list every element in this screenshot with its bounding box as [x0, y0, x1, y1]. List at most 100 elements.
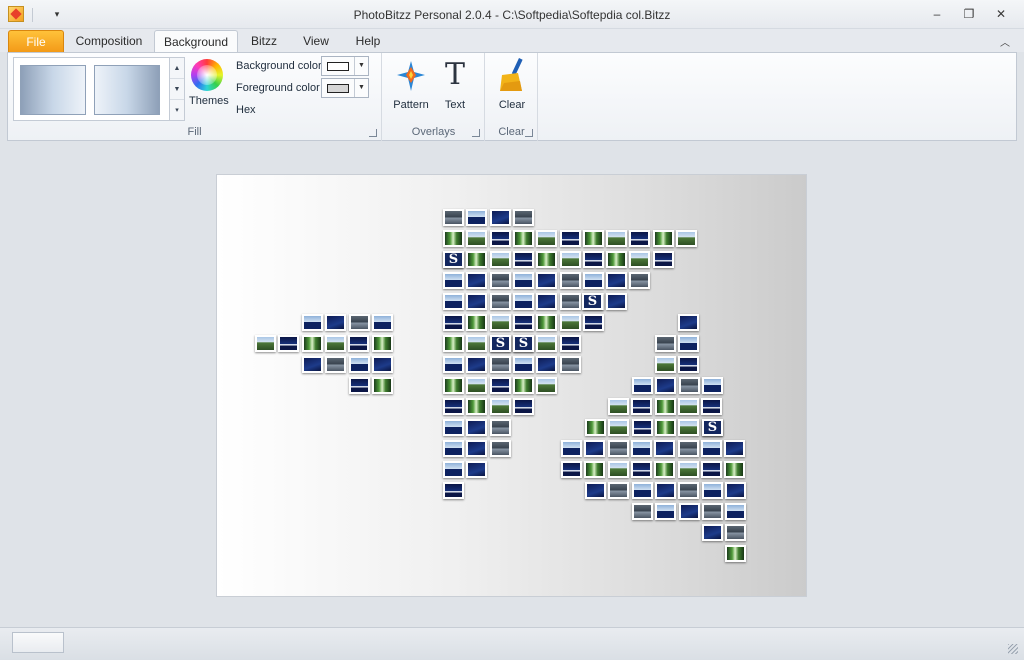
photo-thumbnail[interactable] — [559, 293, 581, 310]
photo-thumbnail[interactable] — [629, 251, 651, 268]
photo-thumbnail[interactable] — [466, 356, 488, 373]
tab-bitzz[interactable]: Bitzz — [244, 30, 284, 52]
photo-thumbnail[interactable] — [302, 356, 323, 373]
photo-thumbnail[interactable] — [725, 524, 747, 541]
composition-canvas[interactable]: SSSSS — [217, 175, 806, 596]
tab-composition[interactable]: Composition — [70, 30, 148, 52]
photo-thumbnail[interactable] — [443, 398, 464, 415]
photo-thumbnail[interactable] — [630, 461, 652, 478]
photo-thumbnail[interactable] — [466, 398, 488, 415]
photo-thumbnail[interactable] — [631, 419, 653, 436]
photo-thumbnail[interactable] — [302, 314, 323, 331]
photo-thumbnail[interactable] — [371, 314, 393, 331]
photo-thumbnail[interactable] — [654, 419, 676, 436]
photo-thumbnail[interactable] — [536, 335, 558, 352]
photo-thumbnail[interactable] — [559, 335, 581, 352]
photo-thumbnail[interactable] — [466, 440, 488, 457]
photo-thumbnail[interactable] — [676, 230, 697, 247]
photo-thumbnail[interactable] — [443, 293, 464, 310]
photo-thumbnail[interactable] — [631, 482, 653, 499]
photo-thumbnail[interactable] — [325, 314, 347, 331]
photo-thumbnail[interactable] — [655, 503, 677, 520]
photo-thumbnail[interactable] — [678, 335, 700, 352]
photo-thumbnail[interactable] — [606, 293, 628, 310]
photo-thumbnail[interactable] — [677, 461, 699, 478]
minimize-button[interactable]: – — [926, 4, 948, 24]
photo-thumbnail[interactable] — [606, 230, 628, 247]
photo-thumbnail[interactable] — [701, 503, 723, 520]
photo-thumbnail[interactable] — [559, 272, 581, 289]
photo-thumbnail[interactable] — [559, 251, 581, 268]
photo-thumbnail[interactable] — [652, 230, 674, 247]
tab-help[interactable]: Help — [348, 30, 388, 52]
photo-thumbnail[interactable] — [701, 377, 723, 394]
photo-thumbnail[interactable] — [631, 398, 653, 415]
photo-thumbnail[interactable] — [536, 293, 558, 310]
photo-thumbnail[interactable] — [255, 335, 276, 352]
photo-thumbnail[interactable] — [466, 335, 488, 352]
color-wheel-icon[interactable] — [191, 59, 223, 91]
photo-thumbnail[interactable] — [512, 293, 534, 310]
photo-thumbnail[interactable] — [466, 209, 488, 226]
resize-grip-icon[interactable] — [1008, 644, 1018, 654]
photo-thumbnail[interactable] — [489, 440, 511, 457]
photo-thumbnail[interactable] — [466, 293, 488, 310]
photo-thumbnail[interactable] — [443, 209, 464, 226]
photo-thumbnail[interactable] — [536, 272, 558, 289]
pattern-button[interactable]: Pattern — [389, 57, 433, 119]
photo-thumbnail[interactable] — [536, 251, 558, 268]
photo-thumbnail[interactable] — [466, 272, 488, 289]
photo-thumbnail[interactable] — [512, 230, 534, 247]
photo-thumbnail[interactable] — [606, 272, 628, 289]
photo-thumbnail[interactable] — [512, 377, 534, 394]
photo-thumbnail[interactable] — [629, 230, 651, 247]
themes-button-label[interactable]: Themes — [189, 95, 229, 107]
photo-thumbnail[interactable] — [608, 419, 630, 436]
photo-thumbnail[interactable] — [301, 335, 323, 352]
photo-thumbnail[interactable] — [582, 251, 604, 268]
photo-thumbnail[interactable] — [582, 272, 604, 289]
photo-thumbnail[interactable] — [678, 419, 700, 436]
photo-thumbnail[interactable] — [443, 356, 464, 373]
photo-thumbnail[interactable] — [582, 230, 604, 247]
photo-thumbnail[interactable] — [584, 440, 606, 457]
photo-thumbnail[interactable] — [585, 419, 606, 436]
photo-thumbnail[interactable] — [443, 230, 464, 247]
photo-thumbnail[interactable] — [371, 356, 393, 373]
photo-thumbnail[interactable] — [443, 461, 464, 478]
gradient-swatch-1[interactable] — [20, 65, 86, 115]
photo-thumbnail[interactable] — [466, 251, 488, 268]
overlays-dialog-launcher-icon[interactable] — [472, 129, 480, 137]
clear-button[interactable]: Clear — [490, 57, 534, 119]
text-button[interactable]: T Text — [435, 57, 475, 119]
photo-thumbnail[interactable] — [585, 482, 606, 499]
photo-thumbnail[interactable] — [489, 209, 511, 226]
photo-thumbnail[interactable] — [372, 377, 394, 394]
fill-dialog-launcher-icon[interactable] — [369, 129, 377, 137]
photo-thumbnail[interactable] — [512, 314, 534, 331]
photo-thumbnail[interactable] — [512, 398, 534, 415]
photo-thumbnail[interactable] — [559, 314, 581, 331]
hex-button[interactable]: Hex — [236, 104, 256, 116]
photo-thumbnail[interactable] — [678, 503, 700, 520]
photo-thumbnail[interactable] — [700, 461, 722, 478]
photo-thumbnail[interactable] — [725, 503, 747, 520]
gallery-up-icon[interactable]: ▲ — [170, 58, 184, 79]
photo-thumbnail[interactable] — [632, 503, 653, 520]
photo-thumbnail[interactable] — [678, 482, 700, 499]
photo-thumbnail[interactable] — [561, 440, 582, 457]
photo-thumbnail[interactable] — [607, 440, 629, 457]
restore-button[interactable]: ❐ — [958, 4, 980, 24]
clear-dialog-launcher-icon[interactable] — [525, 129, 533, 137]
tab-file[interactable]: File — [8, 30, 64, 52]
photo-thumbnail[interactable] — [466, 230, 488, 247]
photo-thumbnail[interactable] — [655, 377, 677, 394]
photo-thumbnail[interactable] — [443, 482, 464, 499]
photo-thumbnail[interactable] — [678, 314, 699, 331]
photo-thumbnail[interactable] — [512, 272, 534, 289]
gallery-down-icon[interactable]: ▼ — [170, 79, 184, 100]
photo-thumbnail[interactable] — [489, 230, 511, 247]
photo-thumbnail[interactable] — [489, 377, 511, 394]
photo-thumbnail[interactable] — [700, 440, 722, 457]
photo-thumbnail[interactable] — [489, 419, 511, 436]
